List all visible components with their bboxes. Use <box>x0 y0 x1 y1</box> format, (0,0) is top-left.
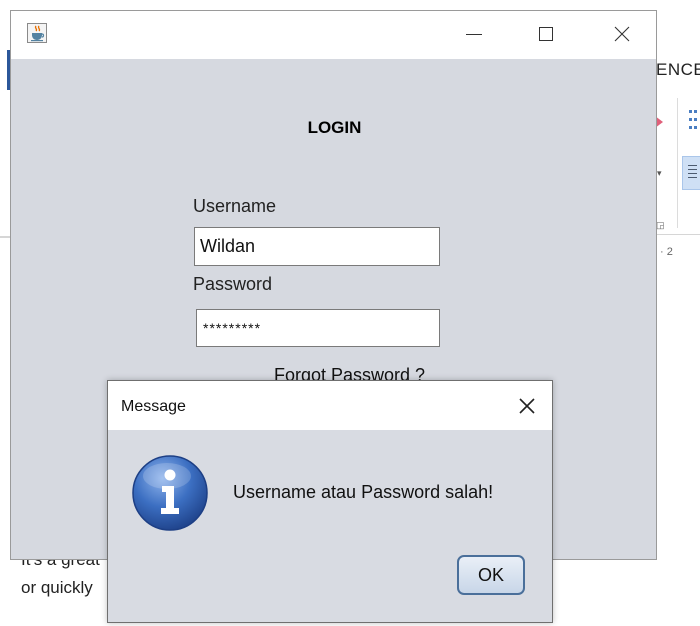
dialog-launcher-icon[interactable]: ◲ <box>656 220 665 231</box>
maximize-button[interactable] <box>523 11 569 57</box>
ribbon-separator <box>677 98 678 228</box>
message-dialog: Message Username atau Password salah! OK <box>107 380 553 623</box>
dialog-close-button[interactable] <box>512 391 542 421</box>
close-icon <box>614 26 630 42</box>
align-left-button[interactable] <box>682 156 700 190</box>
java-cup-icon <box>27 23 47 43</box>
info-icon <box>132 455 208 531</box>
error-message: Username atau Password salah! <box>233 482 494 502</box>
ruler-strip <box>0 236 10 238</box>
password-label: Password <box>193 274 273 294</box>
maximize-icon <box>539 27 553 41</box>
ribbon-tab-references[interactable]: ENCE <box>656 60 700 80</box>
window-title-bar[interactable] <box>11 11 656 59</box>
minimize-icon <box>466 33 482 35</box>
username-label: Username <box>193 196 277 216</box>
password-input[interactable] <box>196 309 440 347</box>
close-icon <box>519 398 535 414</box>
list-bullets-icon[interactable] <box>689 110 700 132</box>
document-text-line: or quickly <box>21 578 93 597</box>
login-heading: LOGIN <box>307 118 362 137</box>
ok-button[interactable]: OK <box>457 555 525 595</box>
dialog-title-bar[interactable]: Message <box>108 381 552 430</box>
minimize-button[interactable] <box>451 11 497 57</box>
ribbon-bottom-border <box>656 234 700 235</box>
dropdown-arrow-icon[interactable]: ▾ <box>657 168 662 179</box>
close-button[interactable] <box>599 11 645 57</box>
dialog-title: Message <box>121 398 186 415</box>
username-input[interactable] <box>194 227 440 266</box>
ruler-marks: · 2 <box>660 246 673 258</box>
